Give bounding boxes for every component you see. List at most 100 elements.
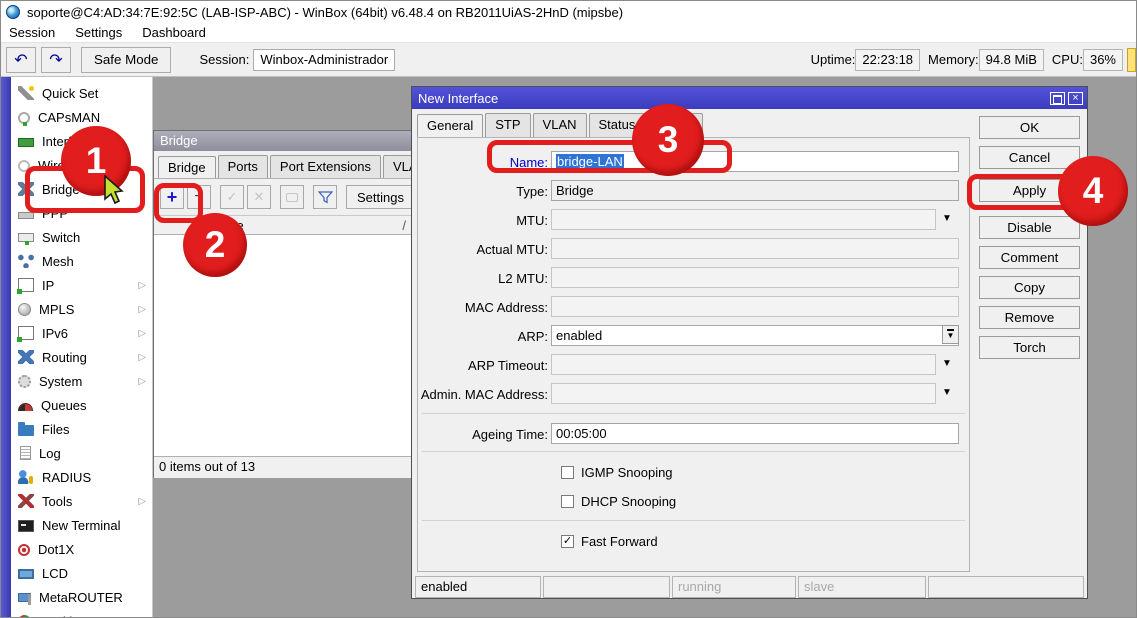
- disable-interface-button[interactable]: Disable: [979, 216, 1080, 239]
- check-icon: ✓: [227, 189, 238, 205]
- sidebar-item-lcd[interactable]: LCD: [11, 561, 152, 585]
- dialog-title: New Interface: [418, 91, 498, 106]
- session-input[interactable]: Winbox-Administrador: [253, 49, 395, 71]
- igmp-snooping-checkbox[interactable]: [561, 466, 574, 479]
- sidebar-item-ipv6[interactable]: IPv6▷: [11, 321, 152, 345]
- sidebar-item-dot1x[interactable]: Dot1X: [11, 537, 152, 561]
- sidebar-item-radius[interactable]: RADIUS: [11, 465, 152, 489]
- dhcp-snooping-label: DHCP Snooping: [581, 494, 676, 509]
- partition-icon: [18, 615, 31, 618]
- terminal-icon: [18, 520, 34, 532]
- filter-button[interactable]: [313, 185, 337, 209]
- maximize-icon[interactable]: [1050, 92, 1065, 105]
- dropdown-icon: ▼: [942, 387, 952, 398]
- separator: [422, 520, 965, 521]
- general-tab-panel: Name: bridge-LAN Type: Bridge MTU: ▼ Act…: [417, 137, 970, 572]
- ageing-time-label: Ageing Time:: [418, 424, 548, 442]
- submenu-arrow-icon: ▷: [138, 352, 146, 363]
- ageing-time-input[interactable]: 00:05:00: [551, 423, 959, 444]
- sidebar-item-switch[interactable]: Switch: [11, 225, 152, 249]
- redo-icon: ↷: [49, 50, 62, 70]
- tab-vlan[interactable]: VLAN: [533, 113, 587, 138]
- separator: [422, 413, 965, 414]
- redo-button[interactable]: ↷: [41, 47, 71, 73]
- comment-dialog-button[interactable]: Comment: [979, 246, 1080, 269]
- tab-ports[interactable]: Ports: [218, 155, 268, 178]
- cpu-label: CPU:: [1052, 52, 1083, 67]
- status-filler: [928, 576, 1084, 598]
- metarouter-icon: [18, 593, 31, 602]
- sidebar-item-capsman[interactable]: CAPsMAN: [11, 105, 152, 129]
- switch-icon: [18, 233, 34, 242]
- sidebar-item-mesh[interactable]: Mesh: [11, 249, 152, 273]
- sort-indicator-icon: /: [402, 218, 406, 233]
- enable-button: ✓: [220, 185, 244, 209]
- submenu-arrow-icon: ▷: [138, 280, 146, 291]
- annotation-step-4: 4: [1058, 156, 1128, 226]
- tab-bridge[interactable]: Bridge: [158, 156, 216, 179]
- arp-select[interactable]: enabled: [551, 325, 959, 346]
- remove-button[interactable]: Remove: [979, 306, 1080, 329]
- close-icon[interactable]: ×: [1068, 92, 1083, 105]
- disable-button: ✕: [247, 185, 271, 209]
- l2-mtu-field: [551, 267, 959, 288]
- dhcp-snooping-checkbox-row[interactable]: DHCP Snooping: [561, 492, 676, 510]
- sidebar-item-ip[interactable]: IP▷: [11, 273, 152, 297]
- cancel-button[interactable]: Cancel: [979, 146, 1080, 169]
- brand-stripe: WinBox: [1, 77, 11, 617]
- igmp-snooping-checkbox-row[interactable]: IGMP Snooping: [561, 463, 673, 481]
- sidebar-item-queues[interactable]: Queues: [11, 393, 152, 417]
- status-slave: slave: [798, 576, 926, 598]
- app-title: soporte@C4:AD:34:7E:92:5C (LAB-ISP-ABC) …: [27, 5, 623, 20]
- mac-address-label: MAC Address:: [418, 297, 548, 315]
- undo-button[interactable]: ↶: [6, 47, 36, 73]
- separator: [422, 451, 965, 452]
- sidebar-item-mpls[interactable]: MPLS▷: [11, 297, 152, 321]
- winbox-logo-icon: [6, 5, 20, 19]
- dialog-status-bar: enabled running slave: [415, 576, 1084, 598]
- dhcp-snooping-checkbox[interactable]: [561, 495, 574, 508]
- comment-button: [280, 185, 304, 209]
- ip-icon: [18, 278, 34, 292]
- tab-general[interactable]: General: [417, 114, 483, 139]
- sidebar-item-quick-set[interactable]: Quick Set: [11, 81, 152, 105]
- sidebar-item-log[interactable]: Log: [11, 441, 152, 465]
- menu-session[interactable]: Session: [1, 25, 65, 40]
- copy-button[interactable]: Copy: [979, 276, 1080, 299]
- radius-icon: [18, 470, 34, 484]
- mesh-icon: [18, 254, 34, 268]
- menu-dashboard[interactable]: Dashboard: [132, 25, 216, 40]
- sidebar-item-tools[interactable]: Tools▷: [11, 489, 152, 513]
- tab-vlans[interactable]: VLANs: [383, 155, 412, 178]
- submenu-arrow-icon: ▷: [138, 376, 146, 387]
- sidebar-item-new-terminal[interactable]: New Terminal: [11, 513, 152, 537]
- checkmark-icon: ✓: [563, 536, 572, 547]
- memory-label: Memory:: [928, 52, 979, 67]
- sidebar-item-files[interactable]: Files: [11, 417, 152, 441]
- admin-mac-label: Admin. MAC Address:: [418, 384, 548, 402]
- arp-dropdown-button[interactable]: ▼: [942, 325, 959, 344]
- bridge-window-titlebar[interactable]: Bridge: [154, 131, 412, 151]
- capsman-icon: [18, 112, 30, 124]
- status-empty: [543, 576, 670, 598]
- tab-port-extensions[interactable]: Port Extensions: [270, 155, 381, 178]
- ok-button[interactable]: OK: [979, 116, 1080, 139]
- sidebar-item-routing[interactable]: Routing▷: [11, 345, 152, 369]
- menu-settings[interactable]: Settings: [65, 25, 132, 40]
- arp-label: ARP:: [418, 326, 548, 344]
- torch-button[interactable]: Torch: [979, 336, 1080, 359]
- mtu-label: MTU:: [418, 210, 548, 228]
- safe-mode-button[interactable]: Safe Mode: [81, 47, 171, 73]
- actual-mtu-field: [551, 238, 959, 259]
- sidebar-item-system[interactable]: System▷: [11, 369, 152, 393]
- sidebar-item-metarouter[interactable]: MetaROUTER: [11, 585, 152, 609]
- tab-stp[interactable]: STP: [485, 113, 530, 138]
- session-label: Session:: [199, 52, 249, 67]
- bridge-tabs: Bridge Ports Port Extensions VLANs: [154, 151, 412, 179]
- fast-forward-checkbox[interactable]: ✓: [561, 535, 574, 548]
- memory-value: 94.8 MiB: [979, 49, 1044, 71]
- sidebar-item-partition[interactable]: Partition: [11, 609, 152, 617]
- fast-forward-label: Fast Forward: [581, 534, 658, 549]
- fast-forward-checkbox-row[interactable]: ✓ Fast Forward: [561, 532, 658, 550]
- settings-button[interactable]: Settings: [346, 185, 415, 209]
